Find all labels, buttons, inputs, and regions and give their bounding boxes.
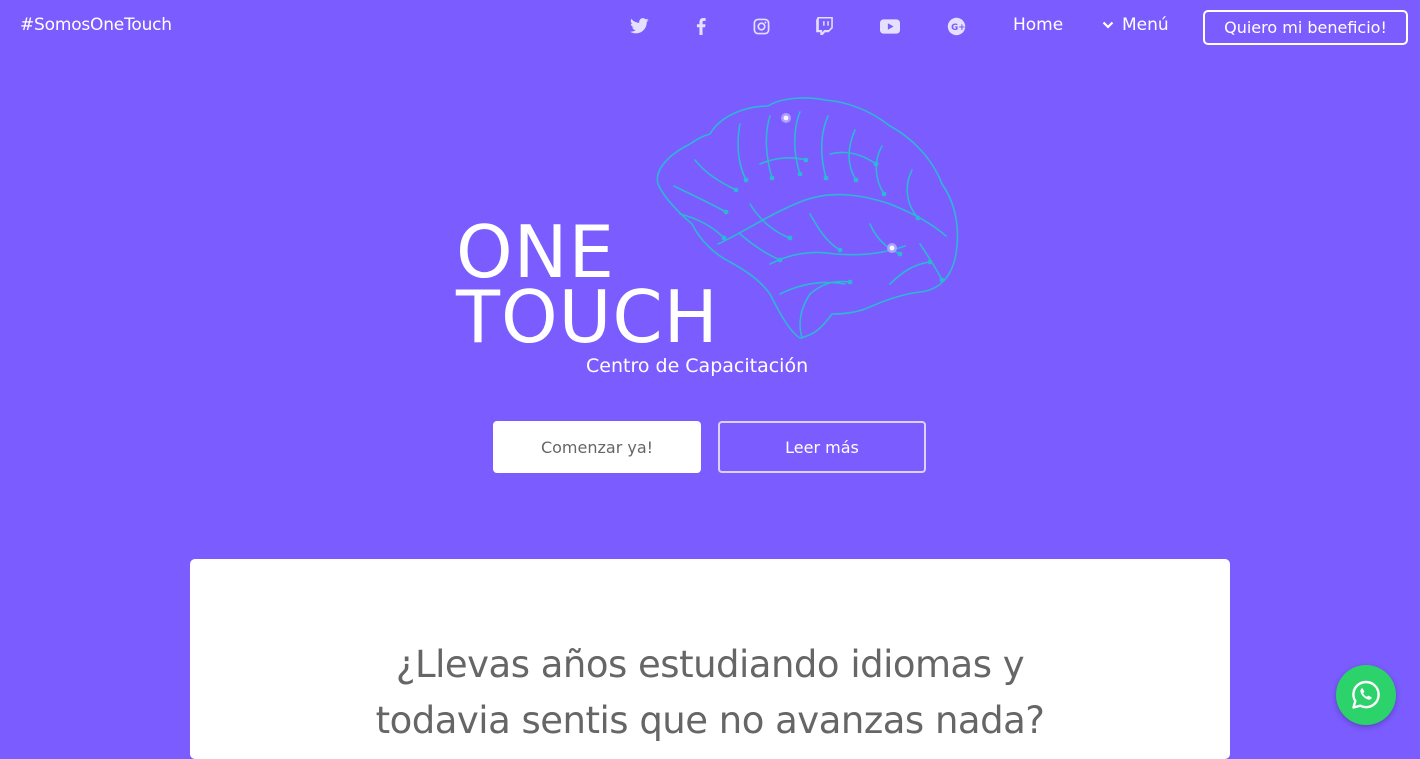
twitter-icon[interactable] bbox=[627, 14, 651, 38]
intro-card-title: ¿Llevas años estudiando idiomas y todavi… bbox=[190, 637, 1230, 749]
nav-home-link[interactable]: Home bbox=[1013, 15, 1063, 35]
logo-text-touch: TOUCH bbox=[456, 275, 719, 359]
whatsapp-chat-button[interactable] bbox=[1336, 665, 1396, 725]
start-now-button[interactable]: Comenzar ya! bbox=[493, 421, 701, 473]
chevron-down-icon bbox=[1102, 21, 1114, 29]
intro-card: ¿Llevas años estudiando idiomas y todavi… bbox=[190, 559, 1230, 759]
youtube-icon[interactable] bbox=[878, 14, 902, 38]
whatsapp-icon bbox=[1352, 680, 1380, 709]
instagram-icon[interactable] bbox=[749, 14, 773, 38]
nav-menu-dropdown[interactable]: Menú bbox=[1102, 15, 1169, 35]
benefit-cta-button[interactable]: Quiero mi beneficio! bbox=[1203, 10, 1408, 45]
google-plus-icon[interactable]: G+ bbox=[944, 14, 968, 38]
brand-hashtag-link[interactable]: #SomosOneTouch bbox=[20, 15, 172, 35]
read-more-button[interactable]: Leer más bbox=[718, 421, 926, 473]
nav-menu-label: Menú bbox=[1122, 15, 1169, 35]
svg-text:G+: G+ bbox=[951, 22, 965, 32]
top-navbar: #SomosOneTouch G+ Home Menú Quiero mi be… bbox=[0, 0, 1420, 54]
twitch-icon[interactable] bbox=[812, 14, 836, 38]
intro-card-title-line1: ¿Llevas años estudiando idiomas y bbox=[395, 643, 1025, 686]
logo-subtitle: Centro de Capacitación bbox=[586, 355, 809, 377]
intro-card-title-line2: todavia sentis que no avanzas nada? bbox=[375, 699, 1045, 742]
facebook-icon[interactable] bbox=[689, 14, 713, 38]
